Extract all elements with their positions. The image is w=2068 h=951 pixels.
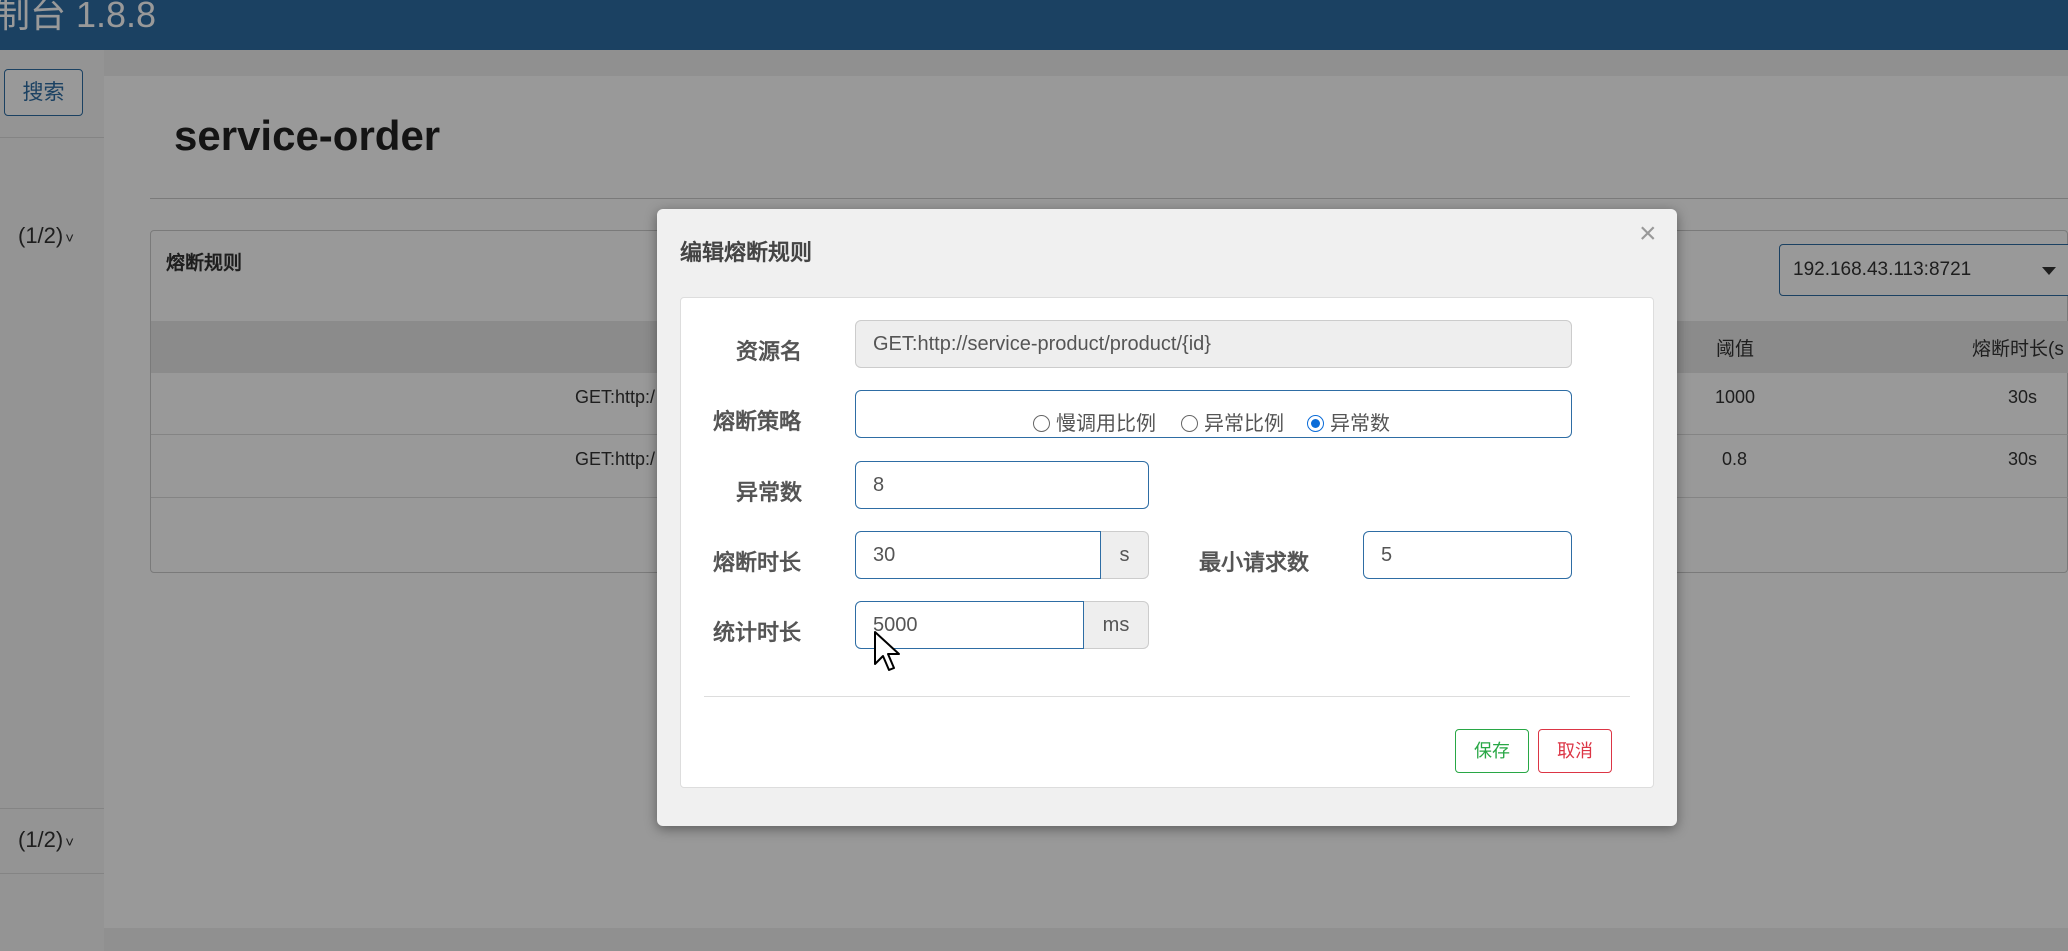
mouse-pointer-icon bbox=[874, 631, 900, 671]
resource-label: 资源名 bbox=[736, 339, 803, 364]
strategy-radio-group: 慢调用比例 异常比例 异常数 bbox=[855, 390, 1572, 438]
min-requests-input[interactable]: 5 bbox=[1363, 531, 1572, 579]
radio-label: 慢调用比例 bbox=[1056, 413, 1156, 435]
exception-count-label: 异常数 bbox=[736, 480, 803, 505]
break-duration-unit: s bbox=[1101, 531, 1149, 579]
stat-interval-unit: ms bbox=[1084, 601, 1149, 649]
min-requests-label: 最小请求数 bbox=[1199, 550, 1310, 575]
radio-button[interactable] bbox=[1033, 415, 1050, 432]
dialog-title: 编辑熔断规则 bbox=[680, 240, 813, 265]
strategy-label: 熔断策略 bbox=[713, 409, 802, 434]
radio-label: 异常比例 bbox=[1204, 413, 1284, 435]
radio-error-ratio[interactable]: 异常比例 bbox=[1181, 407, 1284, 436]
stat-interval-label: 统计时长 bbox=[713, 620, 802, 645]
radio-error-count[interactable]: 异常数 bbox=[1307, 407, 1390, 436]
exception-count-input[interactable]: 8 bbox=[855, 461, 1149, 509]
radio-slow-ratio[interactable]: 慢调用比例 bbox=[1033, 407, 1156, 436]
cancel-button[interactable]: 取消 bbox=[1538, 729, 1612, 773]
radio-button-checked[interactable] bbox=[1307, 415, 1324, 432]
save-button[interactable]: 保存 bbox=[1455, 729, 1529, 773]
break-duration-input[interactable]: 30 bbox=[855, 531, 1101, 579]
dialog-divider bbox=[704, 696, 1630, 697]
resource-input: GET:http://service-product/product/{id} bbox=[855, 320, 1572, 368]
radio-button[interactable] bbox=[1181, 415, 1198, 432]
radio-label: 异常数 bbox=[1330, 413, 1390, 435]
edit-degrade-rule-dialog: 编辑熔断规则 × 资源名 GET:http://service-product/… bbox=[657, 209, 1677, 826]
break-duration-label: 熔断时长 bbox=[713, 550, 802, 575]
dialog-form: 资源名 GET:http://service-product/product/{… bbox=[680, 297, 1654, 788]
close-icon[interactable]: × bbox=[1639, 219, 1657, 249]
